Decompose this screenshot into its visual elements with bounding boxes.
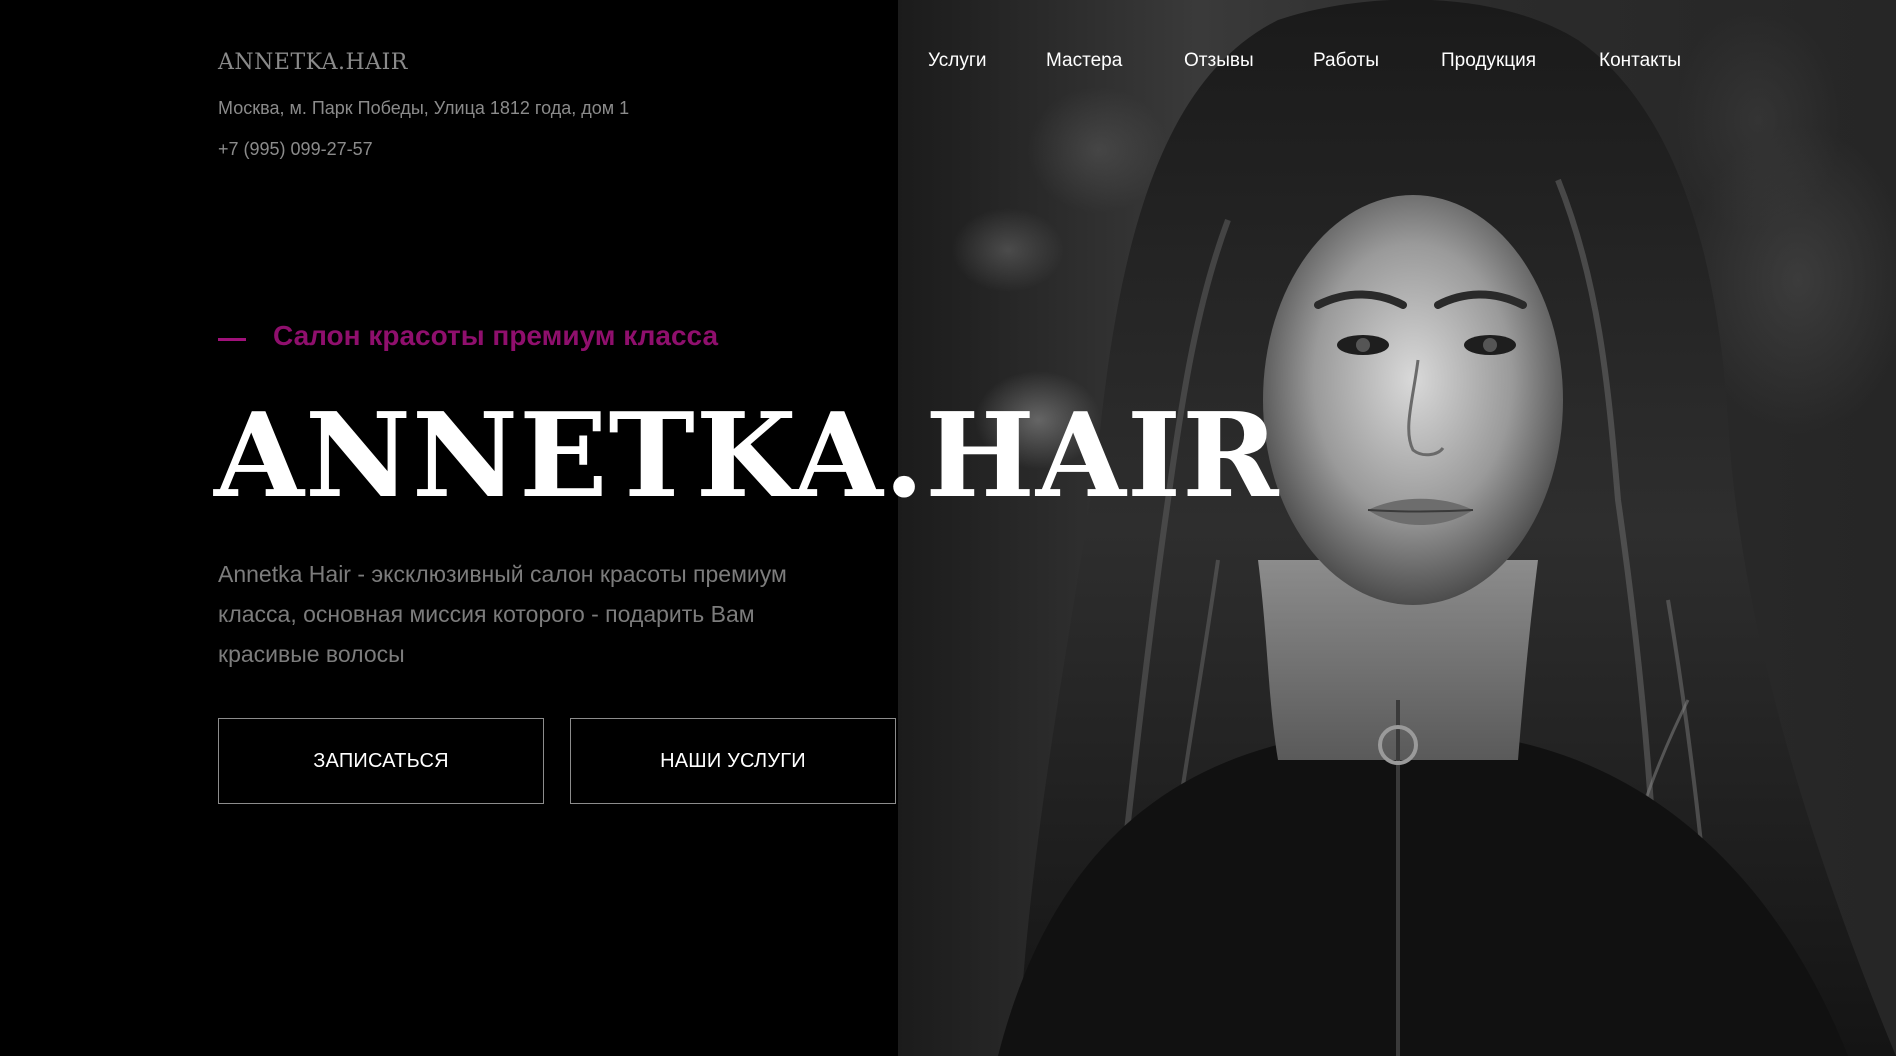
- portrait-image: [998, 0, 1896, 1056]
- hero-title: ANNETKA.HAIR: [214, 388, 1280, 524]
- nav-item-products[interactable]: Продукция: [1441, 50, 1536, 72]
- nav-item-contacts[interactable]: Контакты: [1599, 50, 1681, 72]
- nav-item-reviews[interactable]: Отзывы: [1184, 50, 1254, 72]
- address-text: Москва, м. Парк Победы, Улица 1812 года,…: [218, 98, 630, 118]
- nav-item-masters[interactable]: Мастера: [1046, 50, 1122, 72]
- hero-description: Annetka Hair - эксклюзивный салон красот…: [218, 561, 787, 667]
- hero-tagline: Салон красоты премиум класса: [273, 320, 719, 351]
- our-services-button[interactable]: НАШИ УСЛУГИ: [570, 718, 896, 804]
- nav-item-works[interactable]: Работы: [1313, 50, 1379, 72]
- hero-photo: [898, 0, 1896, 1056]
- landing-page: ANNETKA.HAIR Москва, м. Парк Победы, Ули…: [0, 0, 1896, 1056]
- book-button[interactable]: ЗАПИСАТЬСЯ: [218, 718, 544, 804]
- phone-link[interactable]: +7 (995) 099-27-57: [218, 139, 373, 160]
- nav-item-services[interactable]: Услуги: [928, 50, 986, 72]
- site-logo[interactable]: ANNETKA.HAIR: [218, 50, 408, 75]
- tagline-dash: [218, 338, 246, 341]
